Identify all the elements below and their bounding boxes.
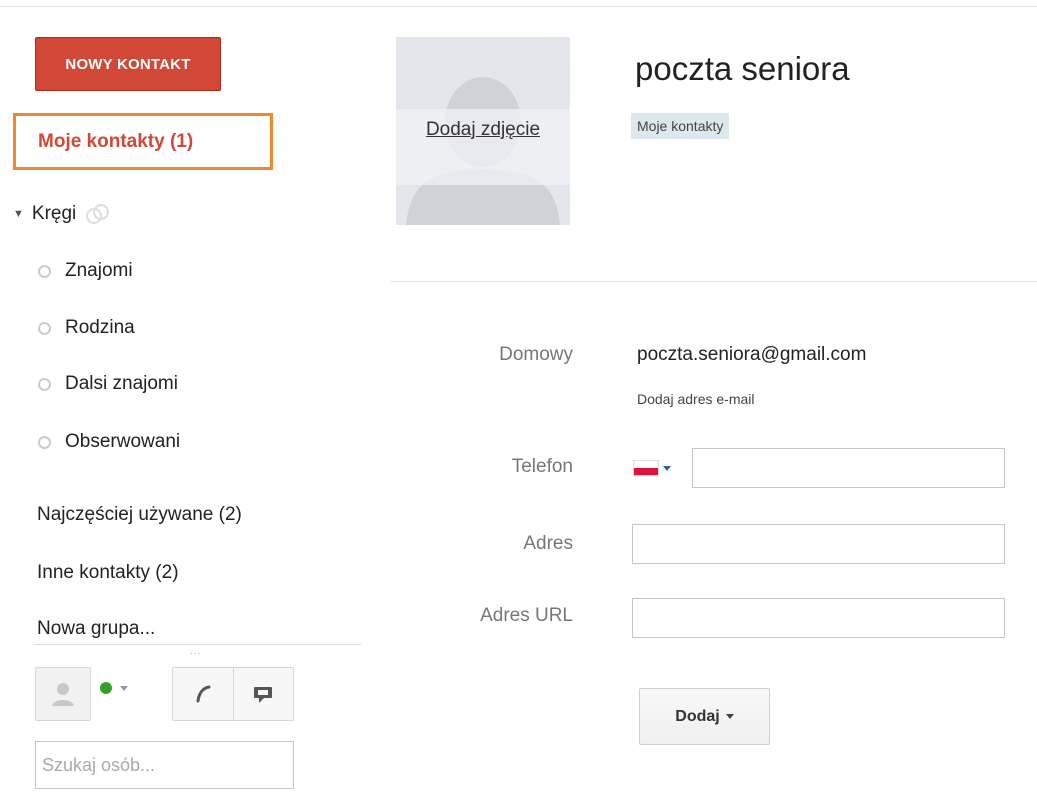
circle-ring-icon <box>38 321 51 335</box>
sidebar-item-znajomi[interactable]: Znajomi <box>38 257 133 285</box>
circles-icon <box>86 203 110 225</box>
country-code-dropdown[interactable] <box>634 461 671 475</box>
address-label: Adres <box>523 533 573 554</box>
phone-label: Telefon <box>511 456 573 477</box>
circle-label: Obserwowani <box>65 431 181 452</box>
expand-triangle-icon: ▼ <box>13 208 24 220</box>
chevron-down-icon <box>120 685 128 691</box>
add-field-button[interactable]: Dodaj <box>639 688 770 745</box>
circle-ring-icon <box>38 377 51 391</box>
circle-label: Dalsi znajomi <box>65 373 178 394</box>
url-label: Adres URL <box>480 605 573 626</box>
url-field[interactable] <box>632 598 1005 638</box>
people-search-input[interactable] <box>35 741 294 789</box>
sidebar-item-rodzina[interactable]: Rodzina <box>38 314 135 342</box>
phone-field[interactable] <box>692 448 1005 488</box>
circle-label: Znajomi <box>65 260 133 281</box>
email-value[interactable]: poczta.seniora@gmail.com <box>637 344 866 366</box>
add-button-label: Dodaj <box>675 707 720 725</box>
profile-avatar-button[interactable] <box>35 667 91 721</box>
phone-call-button[interactable] <box>173 668 233 720</box>
call-button-group <box>172 667 294 721</box>
email-label: Domowy <box>499 344 573 365</box>
person-icon <box>52 683 74 706</box>
phone-icon <box>196 685 211 703</box>
poland-flag-icon <box>634 461 658 475</box>
sidebar-divider <box>34 644 361 645</box>
video-call-button[interactable] <box>232 668 294 720</box>
resize-handle[interactable]: ... <box>190 646 201 657</box>
circles-label: Kręgi <box>31 203 77 224</box>
online-status-icon <box>100 682 112 694</box>
sidebar-item-obserwowani[interactable]: Obserwowani <box>38 428 180 456</box>
circle-label: Rodzina <box>65 317 135 338</box>
top-divider <box>0 6 1037 7</box>
sidebar-item-most-used[interactable]: Najczęściej używane (2) <box>37 501 242 529</box>
add-email-link[interactable]: Dodaj adres e-mail <box>637 391 755 407</box>
section-divider <box>390 281 1037 282</box>
group-chip[interactable]: Moje kontakty <box>631 113 730 139</box>
chat-status-dropdown[interactable] <box>100 682 128 694</box>
circle-ring-icon <box>38 264 51 278</box>
chevron-down-icon <box>663 465 671 471</box>
circle-ring-icon <box>38 435 51 449</box>
chevron-down-icon <box>725 714 734 719</box>
sidebar-item-my-contacts[interactable]: Moje kontakty (1) <box>13 113 273 170</box>
new-group-link[interactable]: Nowa grupa... <box>37 615 155 643</box>
address-field[interactable] <box>632 524 1005 564</box>
sidebar-item-other-contacts[interactable]: Inne kontakty (2) <box>37 559 179 587</box>
new-contact-button[interactable]: NOWY KONTAKT <box>35 37 221 91</box>
contact-photo-placeholder[interactable]: Dodaj zdjęcie <box>396 37 570 225</box>
video-chat-icon <box>254 687 273 703</box>
contact-name: poczta seniora <box>635 50 850 87</box>
sidebar-item-dalsi-znajomi[interactable]: Dalsi znajomi <box>38 370 178 398</box>
add-photo-link[interactable]: Dodaj zdjęcie <box>396 119 570 141</box>
circles-header[interactable]: ▼ Kręgi <box>13 200 110 228</box>
